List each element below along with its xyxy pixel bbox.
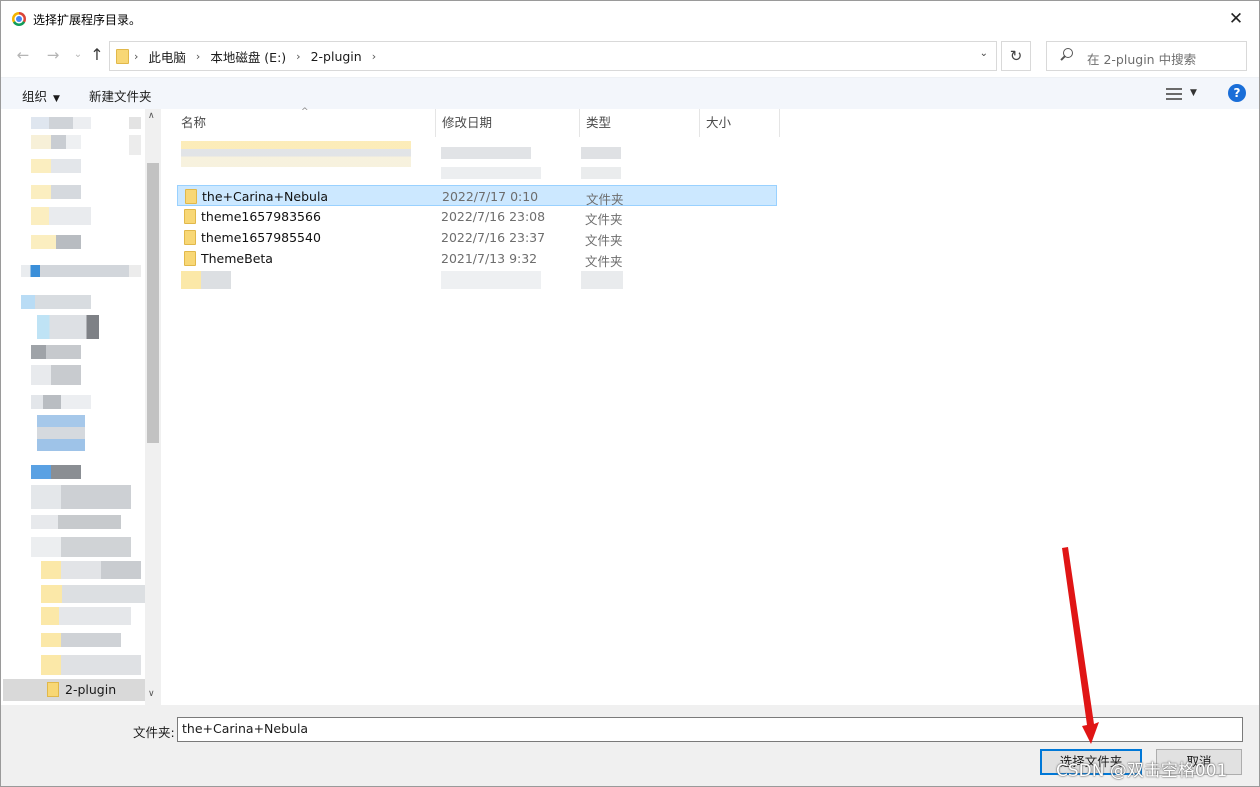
tree-item-label: 2-plugin xyxy=(65,682,117,697)
file-type: 文件夹 xyxy=(585,254,623,269)
breadcrumb-separator[interactable]: › xyxy=(372,50,376,63)
navigation-bar: ← → ⌄ ↑ › 此电脑 › 本地磁盘 (E:) › 2-plugin › ⌄… xyxy=(1,39,1259,73)
column-divider[interactable] xyxy=(435,109,436,137)
search-input[interactable]: 在 2-plugin 中搜索 xyxy=(1046,41,1247,71)
column-header-size[interactable]: 大小 xyxy=(706,109,731,137)
folder-icon xyxy=(184,251,196,266)
file-name: the+Carina+Nebula xyxy=(202,189,329,204)
title-bar: 选择扩展程序目录。 ✕ xyxy=(1,1,1259,37)
file-name: theme1657985540 xyxy=(201,230,321,245)
file-row[interactable]: ThemeBeta 2021/7/13 9:32 文件夹 xyxy=(177,248,777,269)
file-date: 2021/7/13 9:32 xyxy=(441,251,538,266)
file-name: theme1657983566 xyxy=(201,209,321,224)
navigation-pane-scrollbar[interactable]: ∧ ∨ xyxy=(145,109,161,705)
column-header-name[interactable]: 名称 xyxy=(181,109,206,137)
new-folder-button[interactable]: 新建文件夹 xyxy=(89,86,152,105)
address-dropdown-chevron-icon[interactable]: ⌄ xyxy=(980,48,988,59)
scroll-up-icon[interactable]: ∧ xyxy=(148,111,155,121)
column-divider[interactable] xyxy=(579,109,580,137)
search-icon xyxy=(1059,48,1073,62)
view-options-icon[interactable] xyxy=(1166,87,1182,101)
organize-menu[interactable]: 组织 ▼ xyxy=(22,86,60,105)
file-list: ^ 名称 修改日期 类型 大小 the+Carina+Nebula 2022/7… xyxy=(163,107,1259,705)
breadcrumb: › 此电脑 › 本地磁盘 (E:) › 2-plugin › xyxy=(134,42,376,70)
refresh-button[interactable]: ↻ xyxy=(1001,41,1031,71)
folder-icon xyxy=(185,189,197,204)
breadcrumb-local-disk-e[interactable]: 本地磁盘 (E:) xyxy=(210,47,286,66)
file-row[interactable]: theme1657985540 2022/7/16 23:37 文件夹 xyxy=(177,227,777,248)
back-button[interactable]: ← xyxy=(13,45,33,65)
column-header-date[interactable]: 修改日期 xyxy=(442,109,492,137)
folder-name-input[interactable]: the+Carina+Nebula xyxy=(177,717,1243,742)
breadcrumb-separator[interactable]: › xyxy=(296,50,300,63)
folder-field-label: 文件夹: xyxy=(133,725,175,740)
window-title: 选择扩展程序目录。 xyxy=(33,13,142,27)
scrollbar-thumb[interactable] xyxy=(147,163,159,443)
breadcrumb-this-pc[interactable]: 此电脑 xyxy=(148,47,186,66)
help-icon[interactable]: ? xyxy=(1228,84,1246,102)
folder-icon xyxy=(184,230,196,245)
sort-ascending-icon: ^ xyxy=(301,107,309,117)
breadcrumb-2-plugin[interactable]: 2-plugin xyxy=(311,49,362,64)
close-button[interactable]: ✕ xyxy=(1223,7,1249,31)
file-row[interactable]: the+Carina+Nebula 2022/7/17 0:10 文件夹 xyxy=(177,185,777,207)
column-divider[interactable] xyxy=(699,109,700,137)
address-bar[interactable]: › 此电脑 › 本地磁盘 (E:) › 2-plugin › ⌄ xyxy=(109,41,997,71)
file-name: ThemeBeta xyxy=(201,251,273,266)
navigation-pane: 2-plugin ∧ ∨ xyxy=(1,109,161,705)
column-header-type[interactable]: 类型 xyxy=(586,109,611,137)
folder-icon xyxy=(116,49,129,64)
forward-button[interactable]: → xyxy=(43,45,63,65)
file-type: 文件夹 xyxy=(585,233,623,248)
file-type: 文件夹 xyxy=(585,212,623,227)
command-bar: 组织 ▼ 新建文件夹 ▼ ? xyxy=(1,77,1259,109)
folder-icon xyxy=(184,209,196,224)
column-divider[interactable] xyxy=(779,109,780,137)
caret-down-icon: ▼ xyxy=(53,94,60,104)
folder-icon xyxy=(47,682,59,697)
chrome-icon xyxy=(12,12,26,26)
file-row[interactable]: theme1657983566 2022/7/16 23:08 文件夹 xyxy=(177,206,777,227)
file-date: 2022/7/16 23:08 xyxy=(441,209,546,224)
up-button[interactable]: ↑ xyxy=(87,45,107,65)
tree-item-2-plugin[interactable]: 2-plugin xyxy=(3,679,145,701)
watermark-text: CSDN @双击空格001 xyxy=(1056,761,1228,781)
file-date: 2022/7/16 23:37 xyxy=(441,230,546,245)
breadcrumb-separator[interactable]: › xyxy=(134,50,138,63)
view-caret-down-icon[interactable]: ▼ xyxy=(1190,88,1197,98)
scroll-down-icon[interactable]: ∨ xyxy=(148,689,155,699)
file-picker-dialog: 选择扩展程序目录。 ✕ ← → ⌄ ↑ › 此电脑 › 本地磁盘 (E:) › … xyxy=(0,0,1260,787)
organize-label: 组织 xyxy=(22,89,48,104)
breadcrumb-separator[interactable]: › xyxy=(196,50,200,63)
file-date: 2022/7/17 0:10 xyxy=(442,189,539,204)
search-placeholder: 在 2-plugin 中搜索 xyxy=(1087,52,1197,67)
recent-locations-chevron-icon[interactable]: ⌄ xyxy=(68,45,88,65)
